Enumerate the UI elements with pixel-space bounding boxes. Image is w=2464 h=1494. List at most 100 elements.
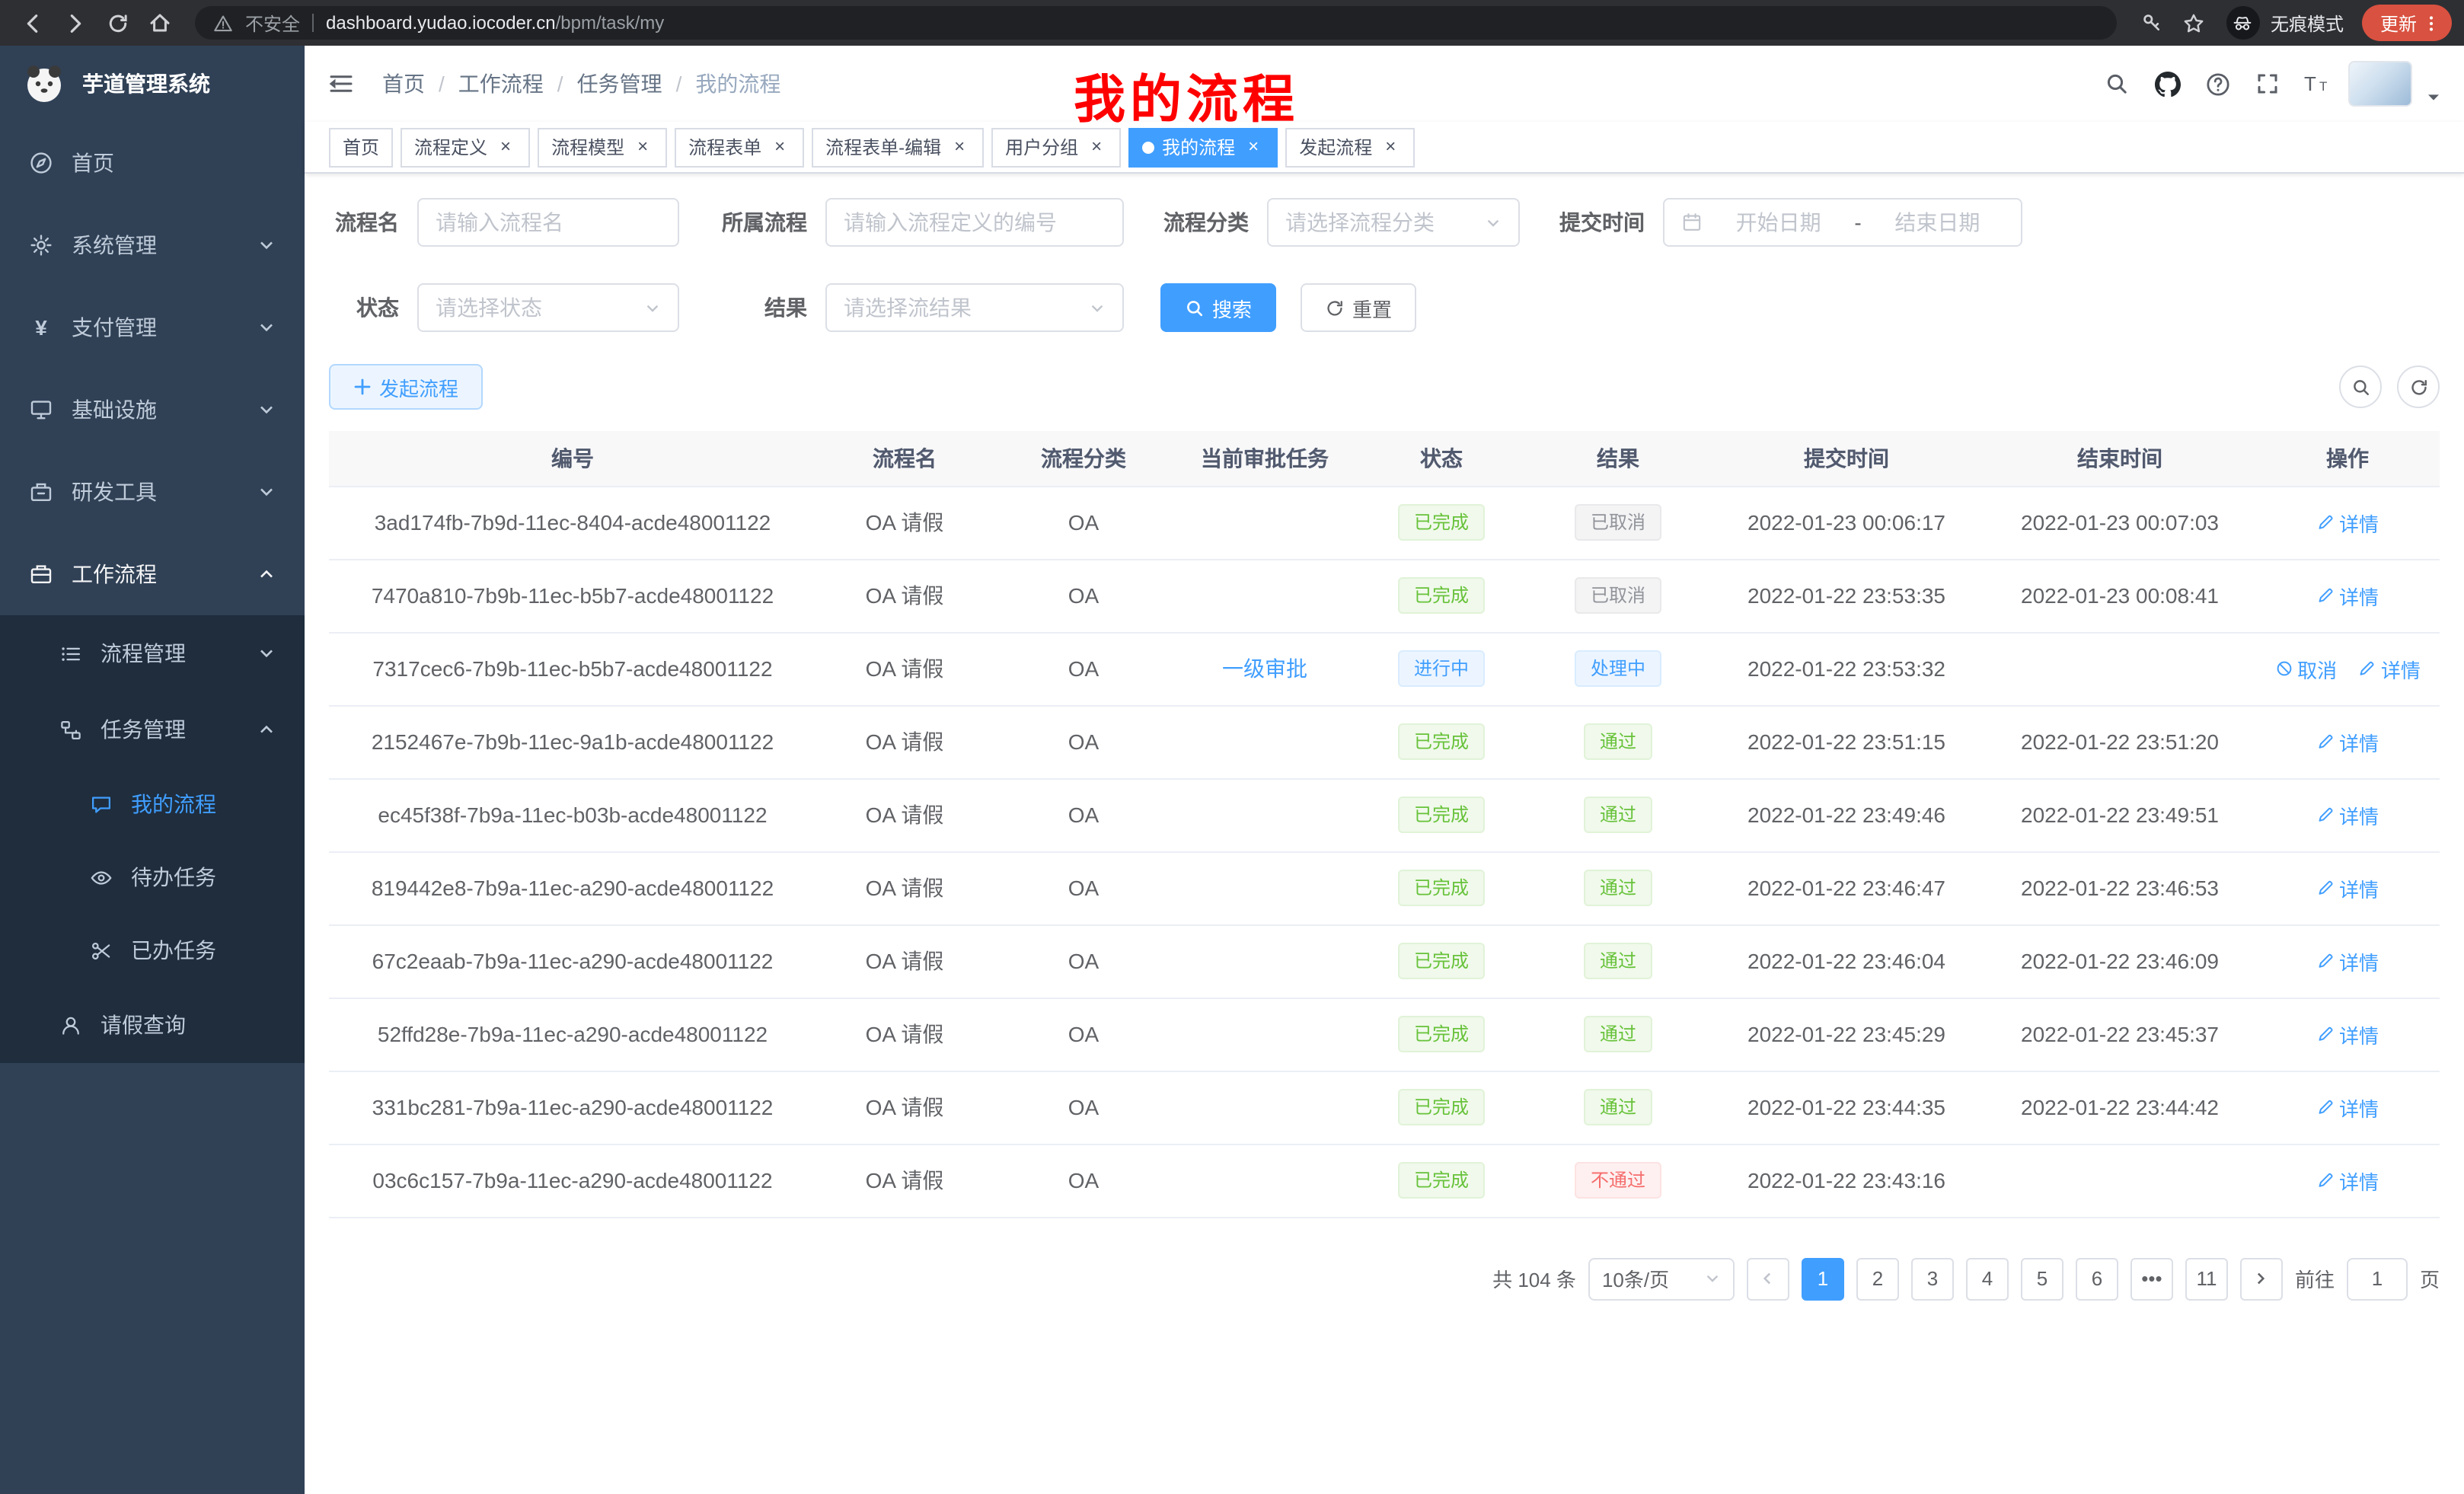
breadcrumb-item[interactable]: 工作流程 bbox=[458, 69, 544, 99]
tab-close-icon[interactable]: × bbox=[949, 136, 970, 158]
detail-link[interactable]: 详情 bbox=[2316, 727, 2379, 756]
sidebar-item-task-mgmt[interactable]: 任务管理 bbox=[0, 691, 305, 768]
update-button[interactable]: 更新 bbox=[2362, 5, 2452, 41]
flow-icon bbox=[59, 718, 82, 741]
goto-page-input[interactable] bbox=[2347, 1257, 2408, 1300]
header-search-button[interactable] bbox=[2097, 64, 2137, 104]
sidebar-item-my-process[interactable]: 我的流程 bbox=[0, 768, 305, 841]
sidebar-item-devtools[interactable]: 研发工具 bbox=[0, 451, 305, 533]
font-size-button[interactable]: TT bbox=[2298, 64, 2338, 104]
tab[interactable]: 用户分组 × bbox=[991, 127, 1121, 167]
tab-close-icon[interactable]: × bbox=[1086, 136, 1107, 158]
current-task-link[interactable]: 一级审批 bbox=[1222, 656, 1307, 681]
breadcrumb-item[interactable]: 首页 bbox=[382, 69, 425, 99]
table-row: 331bc281-7b9a-11ec-a290-acde48001122 OA … bbox=[329, 1071, 2440, 1144]
main-panel: 我的流程 首页 / 工作流程 / 任务管理 / 我的流程 bbox=[305, 46, 2464, 1494]
tab-label: 用户分组 bbox=[1005, 134, 1078, 160]
page-number-button[interactable]: 4 bbox=[1966, 1257, 2009, 1300]
process-def-input[interactable] bbox=[844, 210, 1106, 235]
fullscreen-button[interactable] bbox=[2248, 64, 2287, 104]
browser-back-button[interactable] bbox=[12, 3, 52, 43]
cancel-link[interactable]: 取消 bbox=[2274, 654, 2337, 683]
tab[interactable]: 我的流程 × bbox=[1128, 127, 1278, 167]
detail-link[interactable]: 详情 bbox=[2358, 654, 2421, 683]
process-name-label: 流程名 bbox=[329, 207, 399, 238]
sidebar-item-done-tasks[interactable]: 已办任务 bbox=[0, 914, 305, 987]
tab-close-icon[interactable]: × bbox=[769, 136, 790, 158]
sidebar-item-label: 请假查询 bbox=[101, 1010, 186, 1040]
sidebar-item-todo-tasks[interactable]: 待办任务 bbox=[0, 841, 305, 914]
cell-process-id: 3ad174fb-7b9d-11ec-8404-acde48001122 bbox=[329, 486, 816, 559]
detail-link[interactable]: 详情 bbox=[2316, 1093, 2379, 1122]
category-select[interactable]: 请选择流程分类 bbox=[1267, 198, 1520, 247]
detail-link[interactable]: 详情 bbox=[2316, 873, 2379, 902]
prev-page-button[interactable] bbox=[1747, 1257, 1789, 1300]
page-number-button[interactable]: 2 bbox=[1856, 1257, 1899, 1300]
toggle-search-panel-button[interactable] bbox=[2339, 366, 2382, 408]
address-bar[interactable]: 不安全 dashboard.yudao.iocoder.cn/bpm/task/… bbox=[195, 6, 2117, 40]
reset-button[interactable]: 重置 bbox=[1301, 283, 1416, 332]
page-number-button[interactable]: ••• bbox=[2130, 1257, 2173, 1300]
github-link[interactable] bbox=[2147, 64, 2187, 104]
result-tag: 通过 bbox=[1585, 1089, 1652, 1125]
detail-link[interactable]: 详情 bbox=[2316, 508, 2379, 537]
cell-end-time bbox=[1984, 1144, 2255, 1217]
sidebar-item-workflow[interactable]: 工作流程 bbox=[0, 533, 305, 615]
tab[interactable]: 流程模型 × bbox=[538, 127, 667, 167]
create-process-button[interactable]: 发起流程 bbox=[329, 364, 483, 410]
cell-process-name: OA 请假 bbox=[816, 998, 993, 1071]
browser-forward-button[interactable] bbox=[55, 3, 94, 43]
tab[interactable]: 首页 bbox=[329, 127, 393, 167]
tab[interactable]: 流程定义 × bbox=[401, 127, 530, 167]
sidebar-item-system[interactable]: 系统管理 bbox=[0, 204, 305, 286]
page-number-button[interactable]: 3 bbox=[1911, 1257, 1954, 1300]
browser-home-button[interactable] bbox=[140, 3, 180, 43]
table-row: 7470a810-7b9b-11ec-b5b7-acde48001122 OA … bbox=[329, 559, 2440, 632]
sidebar-item-leave-query[interactable]: 请假查询 bbox=[0, 987, 305, 1063]
sidebar-toggle-button[interactable] bbox=[327, 70, 355, 97]
detail-link[interactable]: 详情 bbox=[2316, 947, 2379, 975]
search-icon bbox=[2351, 377, 2370, 397]
process-def-input-wrap bbox=[825, 198, 1124, 247]
page-size-select[interactable]: 10条/页 bbox=[1588, 1257, 1735, 1300]
date-range-picker[interactable]: 开始日期 - 结束日期 bbox=[1663, 198, 2022, 247]
page-number-button[interactable]: 1 bbox=[1802, 1257, 1844, 1300]
sidebar-item-process-mgmt[interactable]: 流程管理 bbox=[0, 615, 305, 691]
tab-close-icon[interactable]: × bbox=[632, 136, 653, 158]
breadcrumb-item[interactable]: 任务管理 bbox=[577, 69, 662, 99]
detail-link[interactable]: 详情 bbox=[2316, 581, 2379, 610]
search-button[interactable]: 搜索 bbox=[1160, 283, 1276, 332]
search-icon bbox=[2105, 72, 2129, 96]
tab-close-icon[interactable]: × bbox=[1243, 136, 1264, 158]
help-button[interactable] bbox=[2197, 64, 2237, 104]
tab[interactable]: 流程表单 × bbox=[675, 127, 804, 167]
avatar-caret-icon[interactable] bbox=[2426, 90, 2441, 105]
category-placeholder: 请选择流程分类 bbox=[1285, 207, 1435, 238]
status-tag: 已完成 bbox=[1399, 504, 1484, 541]
avatar[interactable] bbox=[2348, 61, 2412, 107]
tab-close-icon[interactable]: × bbox=[495, 136, 516, 158]
edit-icon bbox=[2316, 586, 2335, 605]
page-number-button[interactable]: 6 bbox=[2076, 1257, 2118, 1300]
status-select[interactable]: 请选择状态 bbox=[417, 283, 679, 332]
page-number-button[interactable]: 5 bbox=[2021, 1257, 2063, 1300]
tab[interactable]: 发起流程 × bbox=[1285, 127, 1415, 167]
sidebar-item-payment[interactable]: ¥ 支付管理 bbox=[0, 286, 305, 369]
browser-refresh-button[interactable] bbox=[97, 3, 137, 43]
password-key-button[interactable] bbox=[2132, 3, 2172, 43]
cell-category: OA bbox=[993, 851, 1174, 924]
bookmark-button[interactable] bbox=[2175, 3, 2214, 43]
sidebar-item-infra[interactable]: 基础设施 bbox=[0, 369, 305, 451]
process-name-input[interactable] bbox=[436, 210, 661, 235]
sidebar-item-home[interactable]: 首页 bbox=[0, 122, 305, 204]
refresh-table-button[interactable] bbox=[2397, 366, 2440, 408]
tab-close-icon[interactable]: × bbox=[1380, 136, 1401, 158]
tab[interactable]: 流程表单-编辑 × bbox=[812, 127, 984, 167]
detail-link[interactable]: 详情 bbox=[2316, 1166, 2379, 1195]
result-select[interactable]: 请选择流结果 bbox=[825, 283, 1124, 332]
app-logo[interactable]: 芋道管理系统 bbox=[0, 46, 305, 122]
detail-link[interactable]: 详情 bbox=[2316, 800, 2379, 829]
next-page-button[interactable] bbox=[2240, 1257, 2283, 1300]
page-number-button[interactable]: 11 bbox=[2185, 1257, 2228, 1300]
detail-link[interactable]: 详情 bbox=[2316, 1020, 2379, 1049]
